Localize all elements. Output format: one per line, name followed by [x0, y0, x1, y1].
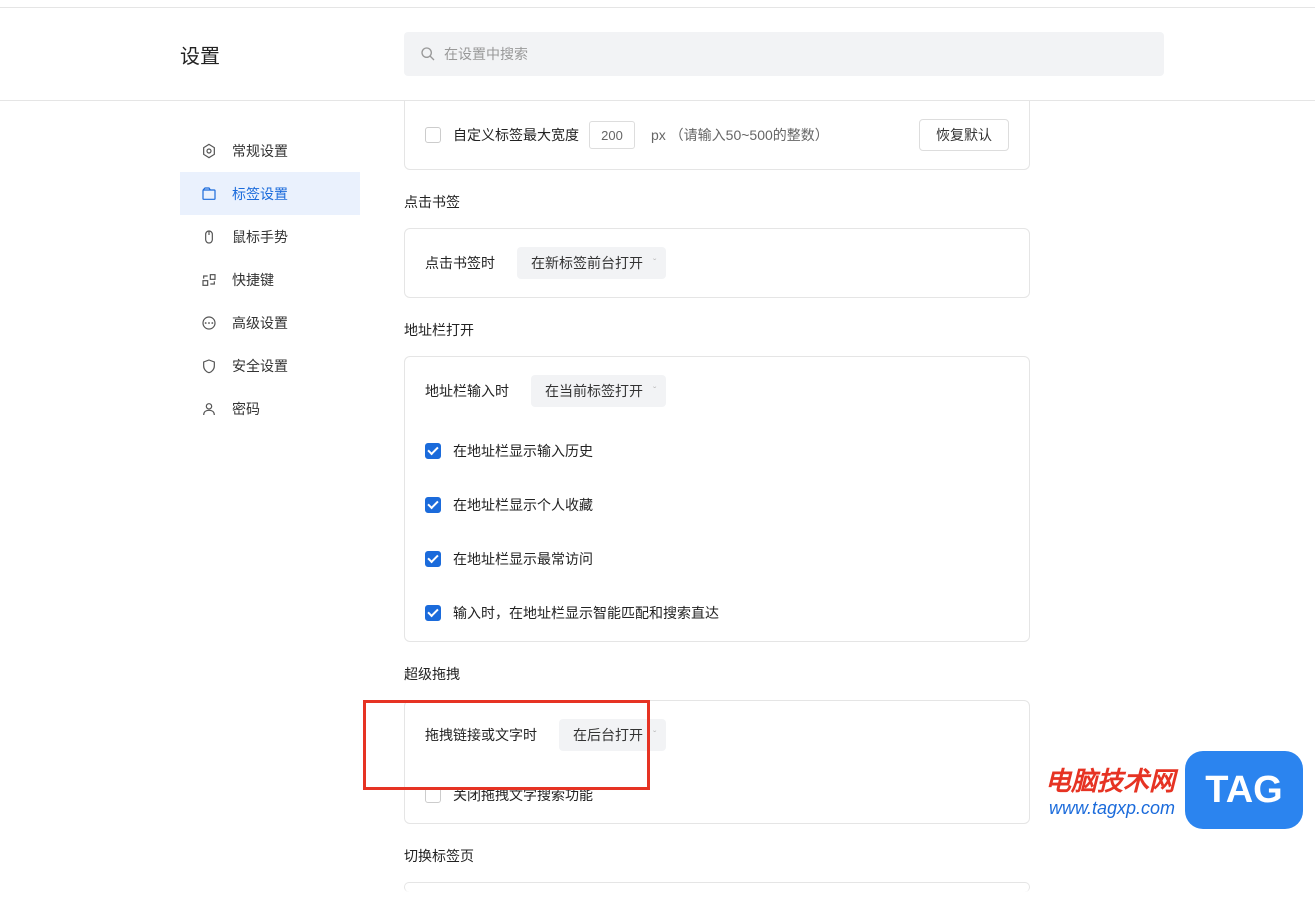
restore-default-button[interactable]: 恢复默认 — [919, 119, 1009, 151]
super-drag-title: 超级拖拽 — [404, 664, 1030, 684]
mouse-icon — [200, 228, 218, 246]
select-value: 在后台打开 — [573, 725, 643, 745]
super-drag-select[interactable]: 在后台打开 ˇ — [559, 719, 666, 751]
sidebar-item-advanced[interactable]: 高级设置 — [180, 301, 360, 344]
watermark-url: www.tagxp.com — [1045, 798, 1175, 819]
close-drag-search-checkbox[interactable] — [425, 787, 441, 803]
search-input[interactable]: 在设置中搜索 — [404, 32, 1164, 76]
chevron-down-icon: ˇ — [653, 730, 656, 741]
dots-icon — [200, 314, 218, 332]
sidebar-item-label: 快捷键 — [232, 270, 274, 290]
super-drag-select-row: 拖拽链接或文字时 在后台打开 ˇ — [425, 719, 1009, 751]
close-drag-search-row: 关闭拖拽文字搜索功能 — [425, 785, 1009, 805]
sidebar-item-label: 密码 — [232, 399, 260, 419]
tab-width-checkbox[interactable] — [425, 127, 441, 143]
sidebar-item-shortcut[interactable]: 快捷键 — [180, 258, 360, 301]
click-bookmark-card: 点击书签时 在新标签前台打开 ˇ — [404, 228, 1030, 298]
sidebar-item-password[interactable]: 密码 — [180, 387, 360, 430]
sidebar-item-label: 高级设置 — [232, 313, 288, 333]
select-value: 在新标签前台打开 — [531, 253, 643, 273]
sidebar-item-label: 鼠标手势 — [232, 227, 288, 247]
tab-width-label: 自定义标签最大宽度 — [453, 125, 579, 145]
sidebar-item-general[interactable]: 常规设置 — [180, 129, 360, 172]
option-smart-match-checkbox[interactable] — [425, 605, 441, 621]
sidebar-item-label: 标签设置 — [232, 184, 288, 204]
tab-width-input[interactable] — [589, 121, 635, 149]
option-frequent-checkbox[interactable] — [425, 551, 441, 567]
search-placeholder: 在设置中搜索 — [444, 44, 528, 64]
option-history-row: 在地址栏显示输入历史 — [425, 441, 1009, 461]
address-bar-select-row: 地址栏输入时 在当前标签打开 ˇ — [425, 375, 1009, 407]
option-favorites-checkbox[interactable] — [425, 497, 441, 513]
gear-icon — [200, 142, 218, 160]
click-bookmark-row: 点击书签时 在新标签前台打开 ˇ — [425, 247, 1009, 279]
option-frequent-row: 在地址栏显示最常访问 — [425, 549, 1009, 569]
person-icon — [200, 400, 218, 418]
super-drag-label: 拖拽链接或文字时 — [425, 725, 537, 745]
page-title: 设置 — [180, 40, 404, 69]
address-bar-card: 地址栏输入时 在当前标签打开 ˇ 在地址栏显示输入历史 在地址栏显示个人收藏 在… — [404, 356, 1030, 642]
header: 设置 在设置中搜索 — [0, 8, 1315, 101]
chevron-down-icon: ˇ — [653, 386, 656, 397]
search-icon — [420, 46, 436, 62]
option-smart-match-row: 输入时，在地址栏显示智能匹配和搜索直达 — [425, 603, 1009, 623]
tab-width-card: 自定义标签最大宽度 px （请输入50~500的整数） 恢复默认 — [404, 101, 1030, 170]
topbar — [0, 0, 1315, 8]
sidebar-item-security[interactable]: 安全设置 — [180, 344, 360, 387]
address-bar-label: 地址栏输入时 — [425, 381, 509, 401]
shortcut-icon — [200, 271, 218, 289]
sidebar-item-label: 常规设置 — [232, 141, 288, 161]
option-history-checkbox[interactable] — [425, 443, 441, 459]
select-value: 在当前标签打开 — [545, 381, 643, 401]
super-drag-card: 拖拽链接或文字时 在后台打开 ˇ 关闭拖拽文字搜索功能 — [404, 700, 1030, 824]
tab-width-row: 自定义标签最大宽度 px （请输入50~500的整数） 恢复默认 — [425, 119, 1009, 151]
switch-tab-title: 切换标签页 — [404, 846, 1030, 866]
option-label: 输入时，在地址栏显示智能匹配和搜索直达 — [453, 603, 719, 623]
click-bookmark-label: 点击书签时 — [425, 253, 495, 273]
option-label: 关闭拖拽文字搜索功能 — [453, 785, 593, 805]
switch-tab-card — [404, 882, 1030, 892]
click-bookmark-title: 点击书签 — [404, 192, 1030, 212]
address-bar-title: 地址栏打开 — [404, 320, 1030, 340]
click-bookmark-select[interactable]: 在新标签前台打开 ˇ — [517, 247, 666, 279]
watermark-title: 电脑技术网 — [1045, 761, 1175, 798]
option-label: 在地址栏显示个人收藏 — [453, 495, 593, 515]
watermark-tag: TAG — [1185, 751, 1303, 829]
option-favorites-row: 在地址栏显示个人收藏 — [425, 495, 1009, 515]
sidebar-item-tabs[interactable]: 标签设置 — [180, 172, 360, 215]
chevron-down-icon: ˇ — [653, 258, 656, 269]
sidebar-item-label: 安全设置 — [232, 356, 288, 376]
tab-width-hint: px （请输入50~500的整数） — [651, 125, 829, 145]
sidebar-item-mouse[interactable]: 鼠标手势 — [180, 215, 360, 258]
watermark: 电脑技术网 www.tagxp.com TAG — [1045, 751, 1303, 829]
option-label: 在地址栏显示最常访问 — [453, 549, 593, 569]
tab-icon — [200, 185, 218, 203]
shield-icon — [200, 357, 218, 375]
sidebar: 常规设置 标签设置 鼠标手势 快捷键 高级设置 — [180, 101, 360, 914]
address-bar-select[interactable]: 在当前标签打开 ˇ — [531, 375, 666, 407]
option-label: 在地址栏显示输入历史 — [453, 441, 593, 461]
